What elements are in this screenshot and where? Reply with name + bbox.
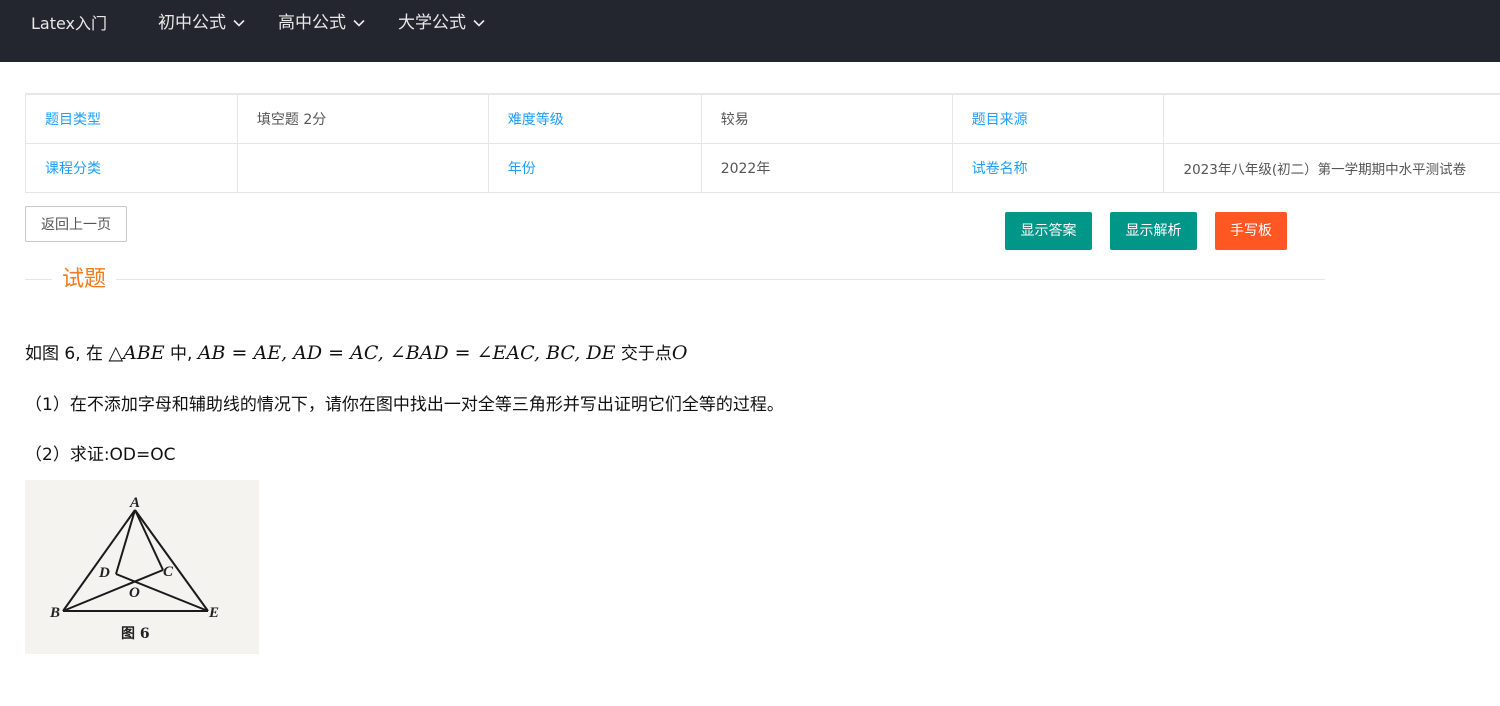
table-row: 课程分类 年份 2022年 试卷名称 2023年八年级(初二）第一学期期中水平测… [25,142,1500,193]
geometry-figure: A B E D C O 图 6 [25,480,259,654]
back-button[interactable]: 返回上一页 [25,206,127,242]
course-category-value [236,142,489,193]
chevron-down-icon [232,16,246,30]
question-part-1: （1）在不添加字母和辅助线的情况下，请你在图中找出一对全等三角形并写出证明它们全… [25,395,784,415]
top-navbar: Latex入门 初中公式 高中公式 大学公式 [0,0,1500,62]
nav-menu-senior-formulas[interactable]: 高中公式 [278,11,366,35]
triangle-diagram: A B E D C O 图 6 [49,495,219,642]
nav-menu-junior-formulas[interactable]: 初中公式 [158,11,246,35]
brand-link[interactable]: Latex入门 [31,13,107,35]
source-value [1163,93,1500,144]
triangle-math: △ABE [108,342,165,364]
figure-caption: 图 6 [121,626,150,642]
handwriting-board-button[interactable]: 手写板 [1215,212,1287,250]
question-type-label: 题目类型 [25,93,238,144]
question-part-2: （2）求证:OD=OC [25,445,176,465]
conditions-math: AB = AE, AD = AC, ∠BAD = ∠EAC, BC, DE [197,342,616,364]
difficulty-value: 较易 [700,93,953,144]
point-label-c: C [163,564,174,580]
year-label: 年份 [487,142,702,193]
nav-menu-label: 高中公式 [278,13,346,33]
year-value: 2022年 [700,142,953,193]
nav-menu-label: 初中公式 [158,13,226,33]
stem-suffix: 交于点 [615,344,672,364]
difficulty-label: 难度等级 [487,93,702,144]
source-label: 题目来源 [951,93,1165,144]
paper-name-label: 试卷名称 [951,142,1165,193]
nav-menu-university-formulas[interactable]: 大学公式 [398,11,486,35]
stem-prefix: 如图 6, 在 [25,344,109,364]
question-stem: 如图 6, 在 △ABE 中, AB = AE, AD = AC, ∠BAD =… [25,341,687,366]
point-label-a: A [129,495,140,511]
nav-menu-label: 大学公式 [398,13,466,33]
show-analysis-button[interactable]: 显示解析 [1110,212,1197,250]
point-label-b: B [49,605,60,621]
section-divider [25,279,1325,280]
point-math: O [671,342,688,364]
stem-middle: 中, [164,344,198,364]
question-type-value: 填空题 2分 [236,93,489,144]
question-info-table: 题目类型 填空题 2分 难度等级 较易 题目来源 课程分类 年份 2022年 试… [25,93,1500,193]
point-label-d: D [98,565,110,581]
point-label-o: O [129,585,140,601]
chevron-down-icon [352,16,366,30]
section-title: 试题 [52,264,117,296]
point-label-e: E [208,605,219,621]
show-answer-button[interactable]: 显示答案 [1005,212,1092,250]
table-row: 题目类型 填空题 2分 难度等级 较易 题目来源 [25,93,1500,144]
course-category-label: 课程分类 [25,142,238,193]
chevron-down-icon [472,16,486,30]
paper-name-value: 2023年八年级(初二）第一学期期中水平测试卷 [1163,142,1500,193]
